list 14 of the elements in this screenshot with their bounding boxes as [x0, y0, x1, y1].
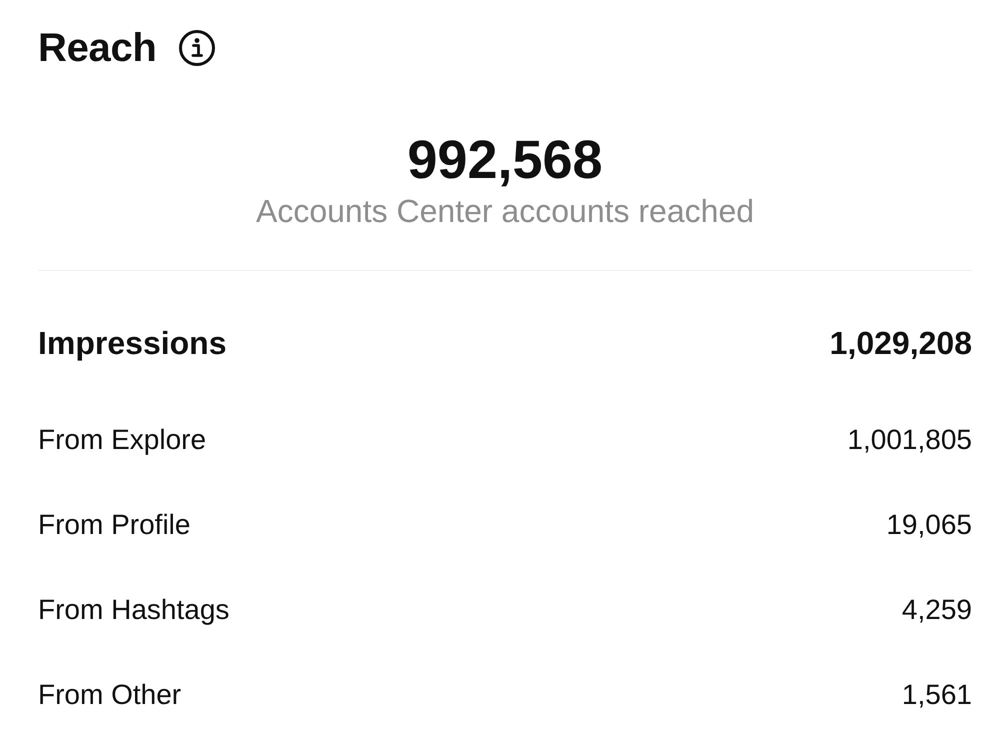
info-icon[interactable]	[178, 30, 215, 66]
source-label: From Explore	[38, 423, 206, 457]
impressions-value: 1,029,208	[830, 324, 972, 363]
source-label: From Other	[38, 678, 182, 712]
reach-label: Accounts Center accounts reached	[256, 192, 754, 231]
source-value: 1,001,805	[847, 423, 972, 457]
source-value: 1,561	[902, 678, 972, 712]
source-value: 19,065	[886, 508, 972, 542]
source-label: From Profile	[38, 508, 190, 542]
source-value: 4,259	[902, 593, 972, 627]
page-title: Reach	[38, 25, 157, 72]
impressions-label: Impressions	[38, 324, 227, 363]
reach-count: 992,568	[407, 129, 603, 191]
source-label: From Hashtags	[38, 593, 230, 627]
